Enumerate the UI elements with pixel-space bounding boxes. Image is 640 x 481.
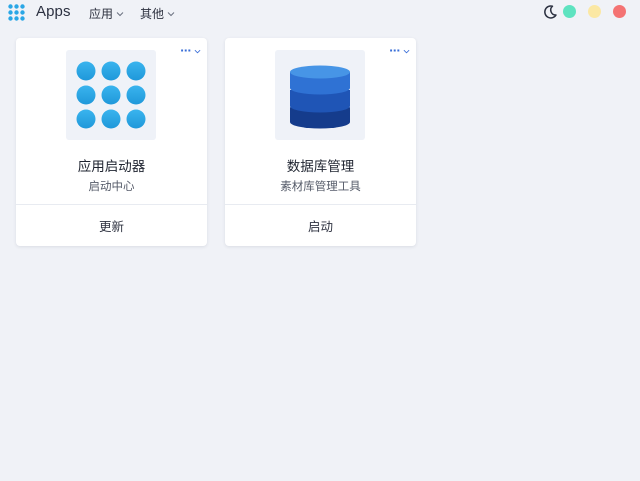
card-more-menu[interactable]: ··· [179,44,201,57]
launch-button[interactable]: 启动 [225,205,416,246]
app-card-launcher: ··· 应用启动器 启动中心 更新 [16,38,207,246]
menu-apps-label: 应用 [89,7,114,21]
more-dots-icon: ··· [179,44,192,57]
more-dots-icon: ··· [388,44,401,57]
update-button[interactable]: 更新 [16,205,207,246]
app-grid-icon [76,61,146,129]
card-more-menu[interactable]: ··· [388,44,410,57]
green-dot[interactable] [563,5,576,18]
menu-other[interactable]: 其他 [140,5,175,22]
card-title: 数据库管理 [286,159,355,175]
app-card-database: ··· 数据库管理 素材库管理工具 启动 [225,38,416,246]
top-bar: Apps 应用 其他 [0,0,640,26]
menu-other-label: 其他 [140,7,165,21]
moon-icon[interactable] [542,4,558,20]
card-title: 应用启动器 [77,159,146,175]
card-description: 素材库管理工具 [280,179,361,193]
app-title: Apps [36,3,71,20]
menu-apps[interactable]: 应用 [89,5,124,22]
card-description: 启动中心 [88,179,135,193]
grid-logo-icon [8,4,25,21]
yellow-dot[interactable] [588,5,601,18]
chevron-down-icon [194,49,201,53]
app-icon-box [275,50,365,140]
app-icon-box [66,50,156,140]
chevron-down-icon [116,12,124,17]
red-dot[interactable] [613,5,626,18]
chevron-down-icon [403,49,410,53]
chevron-down-icon [167,12,175,17]
database-icon [290,65,350,129]
